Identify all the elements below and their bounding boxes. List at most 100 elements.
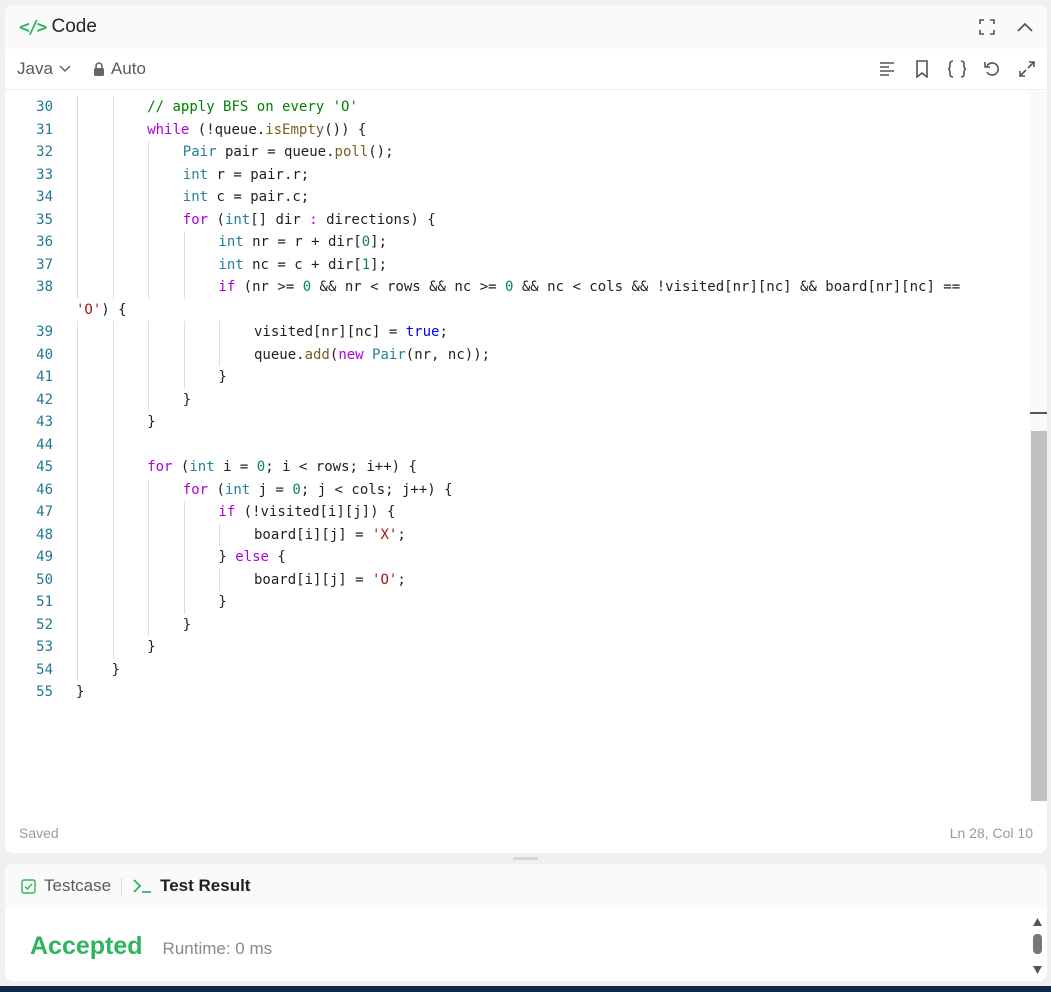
code-text: board[i][j] = 'O'; <box>254 569 406 591</box>
expand-icon[interactable] <box>1017 59 1037 79</box>
code-token: true <box>405 324 440 340</box>
code-line: 30 // apply BFS on every 'O' <box>5 96 1025 119</box>
result-scrollbar[interactable] <box>1032 916 1043 976</box>
code-token: ; <box>439 324 448 340</box>
indent-guide <box>183 546 185 569</box>
code-token: add <box>304 346 330 363</box>
line-number: 53 <box>36 639 53 655</box>
code-line: 51} <box>5 591 1025 614</box>
indent-guide <box>77 456 78 479</box>
line-number: 38 <box>36 279 53 295</box>
code-line: 41} <box>5 366 1025 389</box>
indent-guide <box>77 343 78 366</box>
panel-resize-handle[interactable] <box>513 857 538 860</box>
code-editor[interactable]: 30 // apply BFS on every 'O' 31 while (!que… <box>5 91 1047 801</box>
code-token: (); <box>368 144 394 160</box>
code-line: 37 int nc = c + dir[1]; <box>5 253 1025 276</box>
indent-guide <box>77 433 78 456</box>
braces-icon[interactable] <box>947 59 967 79</box>
fullscreen-icon[interactable] <box>977 17 997 37</box>
indent-guide <box>183 231 185 254</box>
indent-guide <box>77 411 78 434</box>
indent-guide <box>77 568 78 591</box>
code-text: 'O') { <box>76 299 127 321</box>
format-lines-icon[interactable] <box>877 59 897 79</box>
language-select[interactable]: Java <box>17 59 71 79</box>
indent-guide <box>112 366 114 389</box>
code-token: int <box>182 189 209 205</box>
code-token: ( <box>208 211 225 228</box>
line-number: 31 <box>36 121 53 138</box>
code-token: nc = c + dir[ <box>243 256 362 273</box>
tab-test-result-label: Test Result <box>160 876 251 895</box>
checkbox-icon <box>21 878 36 894</box>
code-line: 'O') { <box>5 299 1025 321</box>
code-token: } <box>76 684 85 700</box>
code-token: for <box>182 211 209 228</box>
code-token: } <box>218 549 236 565</box>
code-token: board[i][j] = <box>254 571 373 588</box>
code-token: : <box>309 211 318 228</box>
code-line: 45 for (int i = 0; i < rows; i++) { <box>5 456 1025 479</box>
indent-guide <box>112 613 114 636</box>
indent-guide <box>77 163 78 186</box>
indent-guide <box>112 568 114 591</box>
code-icon: </> <box>19 16 47 38</box>
indent-guide <box>112 118 114 141</box>
code-text: int nr = r + dir[0]; <box>218 231 387 253</box>
reset-icon[interactable] <box>982 59 1002 79</box>
indent-guide <box>148 388 150 411</box>
code-line: 53} <box>5 636 1025 659</box>
code-text: } <box>183 614 191 636</box>
indent-guide <box>148 613 150 636</box>
code-text: visited[nr][nc] = true; <box>254 321 448 343</box>
editor-scrollbar-thumb[interactable] <box>1031 431 1047 801</box>
terminal-icon <box>133 879 152 893</box>
code-token: } <box>182 616 192 633</box>
code-token: ; <box>397 526 406 543</box>
code-token: int <box>224 481 251 498</box>
tab-test-result[interactable]: Test Result <box>132 876 250 896</box>
code-token: directions) { <box>317 211 436 228</box>
indent-guide <box>77 388 78 411</box>
code-token: ()) { <box>324 121 367 138</box>
indent-guide <box>148 501 150 524</box>
indent-guide <box>148 478 150 501</box>
line-number: 46 <box>36 481 53 498</box>
code-token: int <box>224 211 251 228</box>
indent-guide <box>112 208 114 231</box>
indent-guide <box>148 321 150 344</box>
code-line: 43} <box>5 411 1025 434</box>
indent-guide <box>183 591 185 614</box>
indent-guide <box>77 546 78 569</box>
chevron-down-icon <box>59 65 71 73</box>
code-token: if <box>218 279 236 295</box>
code-token: queue. <box>254 346 305 363</box>
line-number: 55 <box>36 684 53 700</box>
indent-guide <box>112 456 114 479</box>
indent-guide <box>112 411 114 434</box>
bookmark-icon[interactable] <box>912 59 932 79</box>
code-token: isEmpty <box>265 121 325 138</box>
code-token: ( <box>208 481 225 498</box>
line-number: 44 <box>36 436 53 453</box>
code-text: // apply BFS on every 'O' <box>147 96 358 118</box>
indent-guide <box>77 523 78 546</box>
code-token: ; <box>397 571 406 588</box>
code-line: 42} <box>5 388 1025 411</box>
indent-guide <box>219 343 221 366</box>
indent-guide <box>77 636 78 659</box>
indent-guide <box>148 231 150 254</box>
indent-guide <box>77 208 78 231</box>
cursor-position: Ln 28, Col 10 <box>949 825 1033 841</box>
code-token: new <box>338 346 364 363</box>
code-text: } <box>76 681 84 703</box>
collapse-icon[interactable] <box>1015 17 1035 37</box>
tab-testcase[interactable]: Testcase <box>21 876 111 896</box>
line-number: 33 <box>36 166 53 183</box>
code-token: 1 <box>361 256 371 273</box>
indent-guide <box>183 276 185 299</box>
code-text: } <box>147 411 155 433</box>
code-token: (nr, nc)); <box>405 346 491 363</box>
indent-guide <box>77 186 78 209</box>
